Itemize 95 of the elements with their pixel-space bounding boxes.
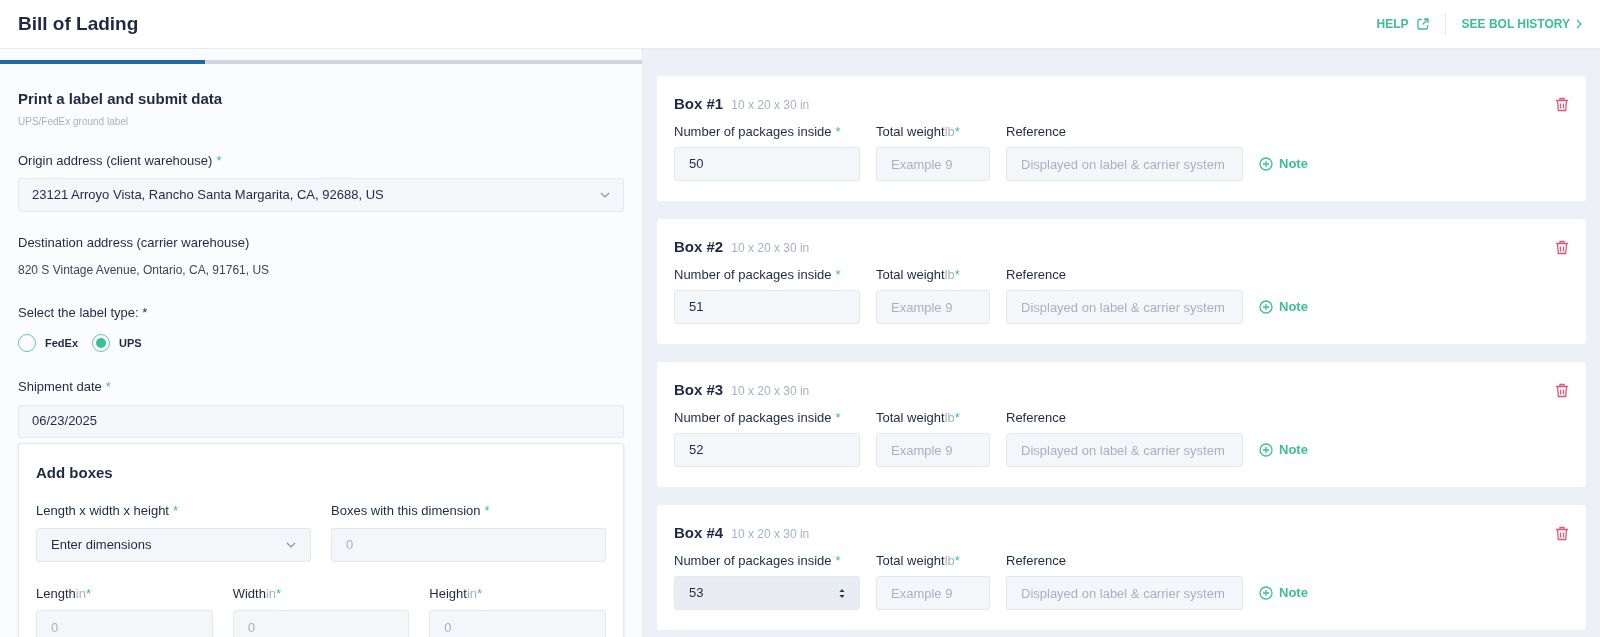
plus-circle-icon xyxy=(1259,586,1273,600)
required-mark: * xyxy=(477,584,483,603)
box-title: Box #1 xyxy=(674,94,724,114)
page-title: Bill of Lading xyxy=(18,11,139,36)
dimensions-label: Length x width x height xyxy=(36,502,169,520)
reference-label: Reference xyxy=(1006,265,1067,284)
dimension-field[interactable]: 0 xyxy=(429,610,606,637)
weight-label: Total weight xyxy=(876,551,945,570)
packages-field[interactable]: 51 xyxy=(674,290,860,324)
packages-label: Number of packages inside xyxy=(674,551,832,570)
chevron-down-icon xyxy=(600,192,610,198)
plus-circle-icon xyxy=(1259,443,1273,457)
required-mark: * xyxy=(484,502,490,520)
reference-field[interactable]: Displayed on label & carrier system xyxy=(1006,433,1243,467)
origin-select[interactable]: 23121 Arroyo Vista, Rancho Santa Margarita, CA, 92688, US xyxy=(18,178,624,212)
unit-label: lb xyxy=(944,122,955,141)
required-mark: * xyxy=(835,408,841,427)
origin-label: Origin address (client warehouse) xyxy=(18,151,213,170)
box-dimensions: 10 x 20 x 30 in xyxy=(731,240,810,257)
box-count-label: Boxes with this dimension xyxy=(331,502,481,520)
weight-label: Total weight xyxy=(876,408,945,427)
dimension-field[interactable]: 0 xyxy=(36,610,213,637)
required-mark: * xyxy=(835,265,841,284)
packages-label: Number of packages inside xyxy=(674,122,832,141)
dimensions-select[interactable]: Enter dimensions xyxy=(36,527,311,562)
destination-address: 820 S Vintage Avenue, Ontario, CA, 91761, US xyxy=(18,261,271,279)
unit-label: lb xyxy=(944,551,955,570)
packages-label: Number of packages inside xyxy=(674,265,832,284)
origin-value: 23121 Arroyo Vista, Rancho Santa Margarita, CA, 92688, US xyxy=(32,186,384,205)
reference-field[interactable]: Displayed on label & carrier system xyxy=(1006,290,1243,324)
chevron-right-icon xyxy=(1576,19,1582,29)
chevron-down-icon xyxy=(286,541,296,548)
dimension-label: Width xyxy=(232,584,266,603)
packages-field[interactable]: 53 xyxy=(674,576,860,610)
delete-button[interactable] xyxy=(1555,96,1569,112)
required-mark: * xyxy=(954,122,960,141)
weight-field[interactable]: Example 9 xyxy=(876,433,990,467)
box-title: Box #4 xyxy=(674,523,724,543)
dimension-label: Height xyxy=(429,584,467,603)
unit-label: lb xyxy=(944,408,955,427)
section-subtitle: UPS/FedEx ground label xyxy=(18,114,130,129)
required-mark: * xyxy=(85,584,91,603)
weight-field[interactable]: Example 9 xyxy=(876,576,990,610)
add-boxes-title: Add boxes xyxy=(36,462,114,483)
trash-icon xyxy=(1555,239,1569,255)
reference-label: Reference xyxy=(1006,408,1067,427)
weight-label: Total weight xyxy=(876,122,945,141)
required-mark: * xyxy=(105,378,111,396)
label-type-radio[interactable]: UPS xyxy=(92,334,142,352)
box-dimensions: 10 x 20 x 30 in xyxy=(731,526,810,543)
dimension-field[interactable]: 0 xyxy=(232,610,410,637)
required-mark: * xyxy=(954,265,960,284)
unit-label: in xyxy=(466,584,478,603)
unit-label: lb xyxy=(944,265,955,284)
required-mark: * xyxy=(954,551,960,570)
shipment-date-label: Shipment date xyxy=(18,378,102,396)
box-dimensions: 10 x 20 x 30 in xyxy=(731,97,810,114)
delete-button[interactable] xyxy=(1555,239,1569,255)
dimension-label: Length xyxy=(36,584,76,603)
reference-label: Reference xyxy=(1006,551,1067,570)
box-title: Box #3 xyxy=(674,380,724,400)
unit-label: in xyxy=(265,584,276,603)
trash-icon xyxy=(1555,525,1569,541)
trash-icon xyxy=(1555,382,1569,398)
box-dimensions: 10 x 20 x 30 in xyxy=(731,383,810,400)
shipment-date-field[interactable]: 06/23/2025 xyxy=(18,404,624,438)
required-mark: * xyxy=(954,408,960,427)
label-type-label: Select the label type: * xyxy=(18,303,149,322)
required-mark: * xyxy=(835,551,841,570)
weight-field[interactable]: Example 9 xyxy=(876,147,990,181)
required-mark: * xyxy=(276,584,282,603)
spinner-arrows-icon xyxy=(839,587,845,599)
plus-circle-icon xyxy=(1259,157,1273,171)
trash-icon xyxy=(1555,96,1569,112)
plus-circle-icon xyxy=(1259,300,1273,314)
delete-button[interactable] xyxy=(1555,382,1569,398)
required-mark: * xyxy=(835,122,841,141)
delete-button[interactable] xyxy=(1555,525,1569,541)
unit-label: in xyxy=(75,584,86,603)
section-title: Print a label and submit data xyxy=(18,89,224,109)
reference-label: Reference xyxy=(1006,122,1067,141)
external-link-icon xyxy=(1416,18,1429,30)
packages-field[interactable]: 50 xyxy=(674,147,860,181)
box-title: Box #2 xyxy=(674,237,724,257)
reference-field[interactable]: Displayed on label & carrier system xyxy=(1006,576,1243,610)
packages-label: Number of packages inside xyxy=(674,408,832,427)
label-type-radio[interactable]: FedEx xyxy=(18,334,78,352)
weight-label: Total weight xyxy=(876,265,945,284)
required-mark: * xyxy=(216,151,222,170)
box-count-field[interactable]: 0 xyxy=(331,527,606,562)
weight-field[interactable]: Example 9 xyxy=(876,290,990,324)
destination-label: Destination address (carrier warehouse) xyxy=(18,234,251,252)
reference-field[interactable]: Displayed on label & carrier system xyxy=(1006,147,1243,181)
packages-field[interactable]: 52 xyxy=(674,433,860,467)
required-mark: * xyxy=(173,502,179,520)
